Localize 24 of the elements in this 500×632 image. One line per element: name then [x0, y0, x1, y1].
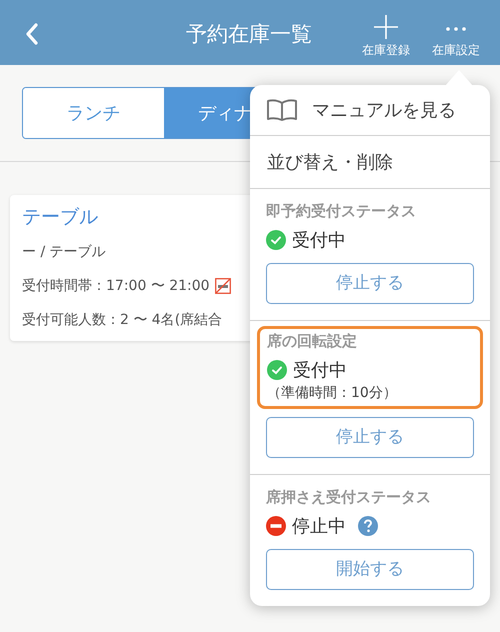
action-button[interactable]: 開始する — [266, 549, 474, 590]
menu-item[interactable]: 並び替え・削除 — [250, 136, 490, 188]
register-button[interactable]: 在庫登録 — [356, 8, 416, 58]
status-text: 停止中 — [292, 514, 346, 538]
card-text: ー / テーブル — [22, 242, 106, 262]
action-button[interactable]: 停止する — [266, 263, 474, 304]
card-text: 受付可能人数：2 〜 4名(席結合 — [22, 310, 222, 330]
page-title: 予約在庫一覧 — [186, 21, 312, 48]
status-text: 受付中 — [293, 358, 347, 382]
segment-tab[interactable]: ランチ — [23, 88, 164, 138]
section-title: 即予約受付ステータス — [266, 201, 417, 221]
card-text: 受付時間帯：17:00 〜 21:00 — [22, 276, 210, 296]
more-icon — [445, 26, 467, 32]
settings-button[interactable]: 在庫設定 — [426, 8, 486, 58]
status-text: 受付中 — [292, 228, 346, 252]
section-title: 席押さえ受付ステータス — [266, 487, 432, 507]
section-title: 席の回転設定 — [267, 331, 358, 351]
back-icon — [25, 23, 39, 45]
card-title: テーブル — [22, 205, 98, 230]
book-icon — [266, 98, 298, 122]
status-note: （準備時間：10分） — [267, 384, 398, 402]
plus-icon — [373, 14, 399, 40]
menu-item[interactable]: マニュアルを見る — [250, 85, 490, 135]
action-button[interactable]: 停止する — [266, 417, 474, 458]
